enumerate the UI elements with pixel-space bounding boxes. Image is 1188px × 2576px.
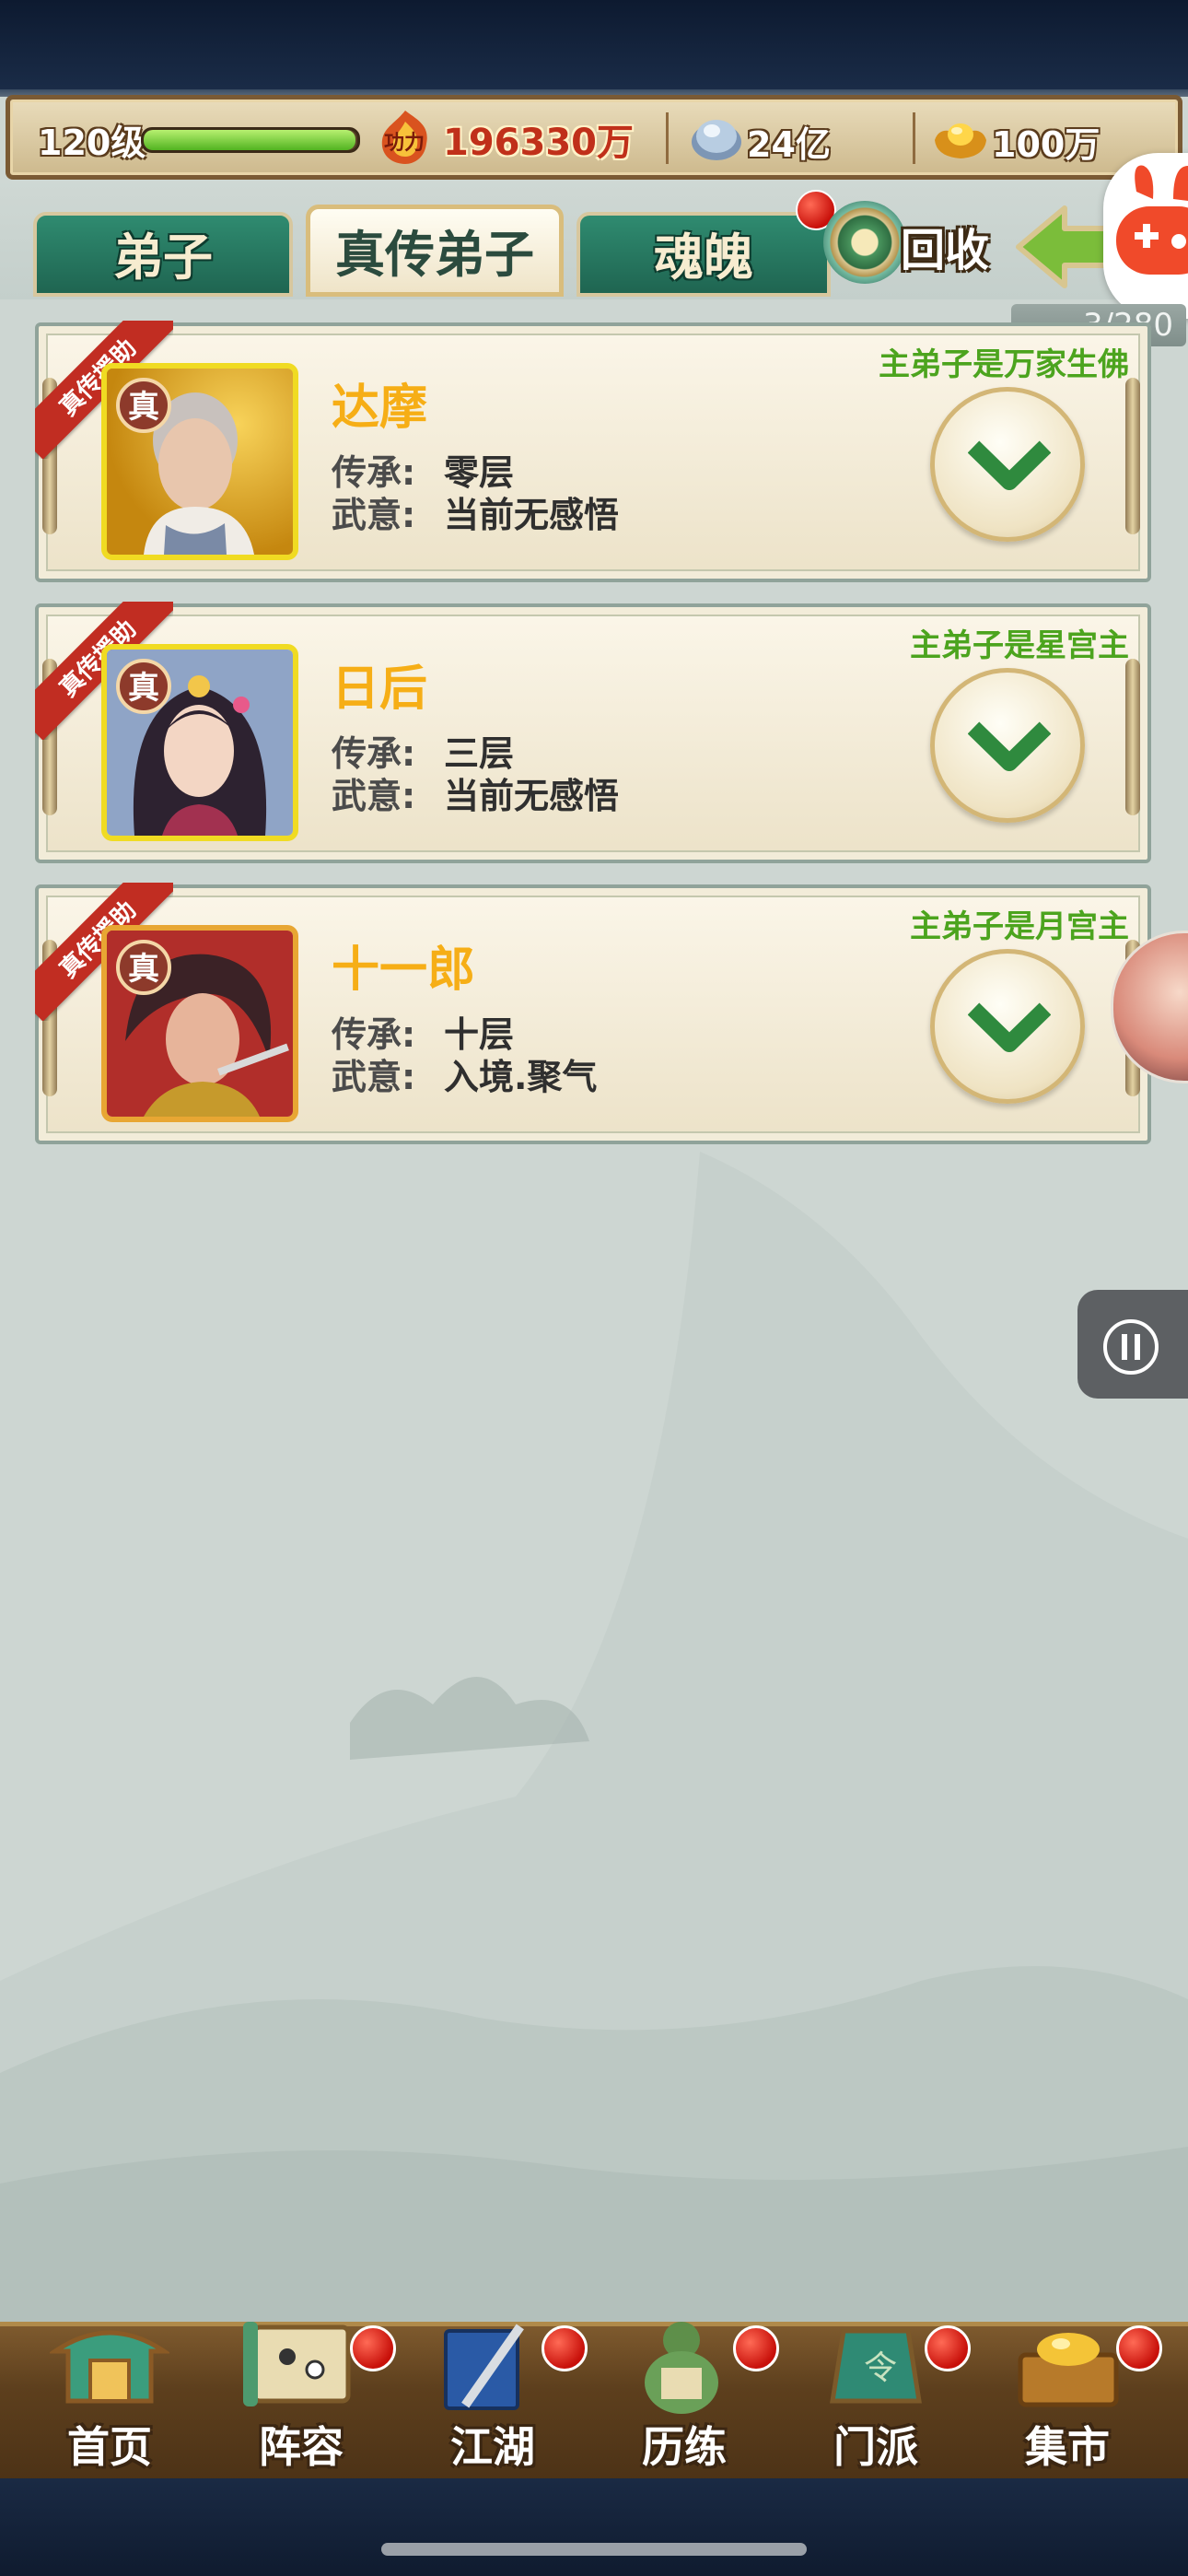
nav-label: 首页 xyxy=(67,2422,152,2472)
book-sword-icon xyxy=(444,2324,524,2410)
card-rod xyxy=(1125,659,1140,815)
exp-progress-fill xyxy=(144,130,355,150)
exp-progress-bar xyxy=(141,127,360,153)
expand-button[interactable] xyxy=(930,387,1085,542)
disciple-portrait: 真 xyxy=(101,925,298,1122)
pause-icon xyxy=(1103,1319,1159,1375)
recycle-button[interactable]: 回收 xyxy=(823,195,998,291)
chevron-down-icon xyxy=(968,1002,1051,1052)
gamepad-bunny-icon xyxy=(1116,165,1188,275)
expand-button[interactable] xyxy=(930,949,1085,1104)
nav-lineup[interactable]: 阵容 xyxy=(204,2313,398,2478)
card-rod xyxy=(1125,378,1140,534)
master-disciple-text: 主弟子是月宫主 xyxy=(910,908,1129,945)
tab-true-disciple[interactable]: 真传弟子 xyxy=(306,205,564,297)
recycle-icon xyxy=(823,201,906,284)
notification-dot xyxy=(1116,2325,1162,2371)
bottom-frame xyxy=(0,2478,1188,2576)
power-emblem-icon: 功力 xyxy=(381,111,427,164)
nav-label: 门派 xyxy=(833,2422,918,2472)
intent-value: 当前无感悟 xyxy=(444,495,620,535)
gold-ingot-icon xyxy=(935,123,986,158)
resource-bar: 120级 功力 196330万 24亿 100万 xyxy=(6,95,1182,180)
notification-dot xyxy=(542,2325,588,2371)
token-icon: 令 xyxy=(830,2328,922,2404)
ink-landscape-background xyxy=(0,1152,1188,2349)
disciple-name: 十一郎 xyxy=(332,943,476,998)
power-value: 196330万 xyxy=(443,122,634,164)
true-disciple-badge: 真 xyxy=(116,378,171,433)
intent-value: 入境.聚气 xyxy=(444,1057,598,1097)
disciple-portrait: 真 xyxy=(101,363,298,560)
true-disciple-badge: 真 xyxy=(116,940,171,995)
notification-dot xyxy=(733,2325,779,2371)
divider xyxy=(913,112,915,164)
chevron-down-icon xyxy=(968,721,1051,771)
pause-button[interactable] xyxy=(1077,1290,1188,1399)
nav-market[interactable]: 集市 xyxy=(971,2313,1164,2478)
gourd-icon xyxy=(645,2322,718,2414)
master-disciple-text: 主弟子是万家生佛 xyxy=(879,346,1129,383)
gold-value: 100万 xyxy=(992,124,1101,165)
silver-ingot-icon xyxy=(692,120,741,160)
recycle-label: 回收 xyxy=(901,225,990,276)
disciple-card[interactable]: 真传援助 真 十一郎 传承: 十层 武意: 入境.聚气 主弟子是月宫主 xyxy=(35,883,1151,1144)
chevron-down-icon xyxy=(968,440,1051,490)
tab-disciple[interactable]: 弟子 xyxy=(33,212,293,297)
master-disciple-text: 主弟子是星宫主 xyxy=(910,627,1129,664)
nav-sect[interactable]: 令 门派 xyxy=(779,2313,973,2478)
disciple-name: 达摩 xyxy=(332,381,428,436)
notification-dot xyxy=(925,2325,971,2371)
nav-label: 阵容 xyxy=(259,2422,344,2472)
intent-label: 武意: xyxy=(332,776,416,816)
true-disciple-badge: 真 xyxy=(116,659,171,714)
nav-jianghu[interactable]: 江湖 xyxy=(396,2313,589,2478)
nav-training[interactable]: 历练 xyxy=(588,2313,781,2478)
scroll-board-icon xyxy=(243,2322,351,2406)
game-assistant-button[interactable] xyxy=(1103,153,1188,319)
player-level: 120级 xyxy=(38,123,146,163)
divider xyxy=(666,112,669,164)
expand-button[interactable] xyxy=(930,668,1085,823)
nav-label: 集市 xyxy=(1025,2422,1110,2472)
intent-label: 武意: xyxy=(332,495,416,535)
top-frame xyxy=(0,0,1188,97)
silver-value: 24亿 xyxy=(747,124,831,165)
intent-value: 当前无感悟 xyxy=(444,776,620,816)
svg-text:功力: 功力 xyxy=(384,132,425,155)
nav-label: 江湖 xyxy=(450,2422,535,2472)
gate-icon xyxy=(50,2330,169,2404)
home-indicator[interactable] xyxy=(381,2543,807,2556)
disciple-card[interactable]: 真传援助 真 达摩 传承: 零层 武意: 当前无感悟 主弟子是万家生佛 xyxy=(35,321,1151,582)
disciple-card[interactable]: 真传援助 真 日后 传承: 三层 武意: 当前无感悟 主弟子是星宫主 xyxy=(35,602,1151,863)
nav-home[interactable]: 首页 xyxy=(13,2313,206,2478)
treasure-icon xyxy=(1018,2333,1119,2407)
intent-label: 武意: xyxy=(332,1057,416,1097)
disciple-portrait: 真 xyxy=(101,644,298,841)
disciple-name: 日后 xyxy=(332,662,428,717)
svg-text:令: 令 xyxy=(864,2349,897,2387)
nav-label: 历练 xyxy=(642,2422,727,2472)
tab-soul[interactable]: 魂魄 xyxy=(577,212,831,297)
notification-dot xyxy=(350,2325,396,2371)
